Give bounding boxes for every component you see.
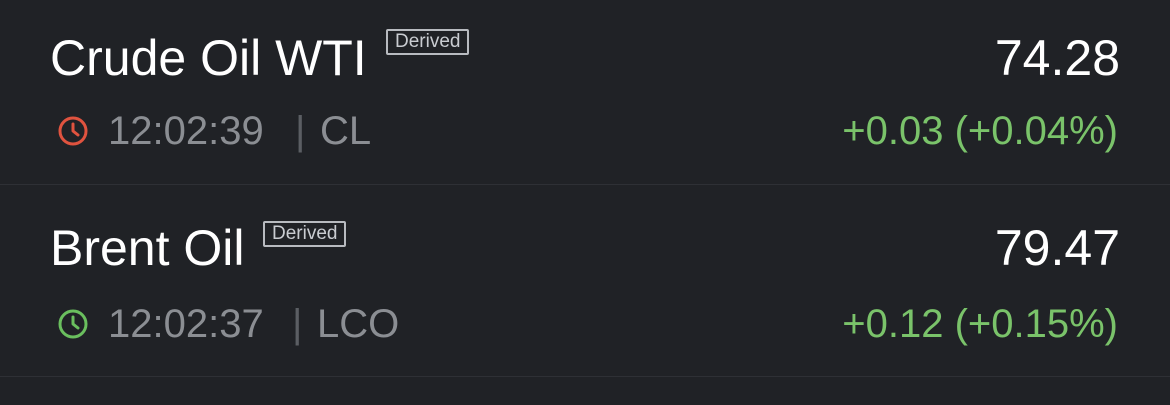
derived-badge: Derived — [386, 29, 470, 55]
derived-badge: Derived — [263, 221, 347, 247]
clock-icon — [58, 309, 88, 339]
last-price: 79.47 — [994, 220, 1120, 276]
quote-time: 12:02:39 — [108, 109, 264, 153]
ticker-symbol: LCO — [317, 302, 400, 346]
instrument-name: Brent Oil — [50, 220, 245, 276]
quote-list: Crude Oil WTI Derived 74.28 12:02:39 | C… — [0, 0, 1170, 405]
separator: | — [292, 302, 303, 346]
separator: | — [295, 109, 306, 153]
quote-row-brent-oil[interactable]: Brent Oil Derived 79.47 12:02:37 | LCO +… — [0, 192, 1170, 377]
quote-time: 12:02:37 — [108, 302, 264, 346]
price-change: +0.03 (+0.04%) — [842, 109, 1118, 153]
instrument-name: Crude Oil WTI — [50, 30, 367, 86]
last-price: 74.28 — [994, 30, 1120, 86]
ticker-symbol: CL — [320, 109, 372, 153]
price-change: +0.12 (+0.15%) — [842, 302, 1118, 346]
quote-row-crude-oil-wti[interactable]: Crude Oil WTI Derived 74.28 12:02:39 | C… — [0, 0, 1170, 185]
clock-icon — [58, 116, 88, 146]
